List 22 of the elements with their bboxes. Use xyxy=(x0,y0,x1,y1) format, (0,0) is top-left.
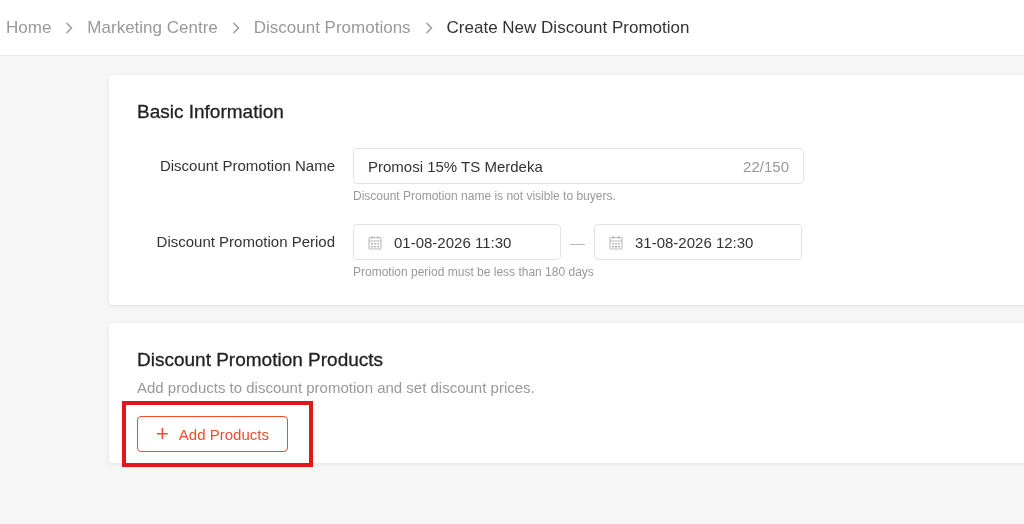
calendar-icon xyxy=(368,234,382,250)
breadcrumb-current: Create New Discount Promotion xyxy=(446,17,690,38)
section-description: Add products to discount promotion and set discount prices. xyxy=(137,379,536,396)
calendar-icon xyxy=(609,234,623,250)
field-label: Discount Promotion Name xyxy=(158,156,336,176)
input-field[interactable]: Promosi 15% TS Merdeka 22/150 xyxy=(353,148,804,184)
chevron-icon xyxy=(65,21,74,34)
section-title: Discount Promotion Products xyxy=(137,349,385,371)
breadcrumb-link[interactable]: Discount Promotions xyxy=(253,17,411,38)
breadcrumb-link[interactable]: Home xyxy=(6,17,52,38)
breadcrumb-link[interactable]: Marketing Centre xyxy=(87,17,218,38)
chevron-icon xyxy=(424,21,433,34)
date-field[interactable]: 01-08-2026 11:30 xyxy=(353,224,561,260)
add-products-button[interactable]: + Add Products xyxy=(137,416,288,452)
section-title: Basic Information xyxy=(137,101,285,123)
field-label: Discount Promotion Period xyxy=(155,232,336,252)
hint-text: Discount Promotion name is not visible to buyers. xyxy=(353,189,617,203)
date-separator: — xyxy=(570,233,585,251)
chevron-icon xyxy=(231,21,240,34)
hint-text: Promotion period must be less than 180 days xyxy=(353,265,595,279)
character-counter: 22/150 xyxy=(743,157,789,175)
date-field[interactable]: 31-08-2026 12:30 xyxy=(594,224,802,260)
